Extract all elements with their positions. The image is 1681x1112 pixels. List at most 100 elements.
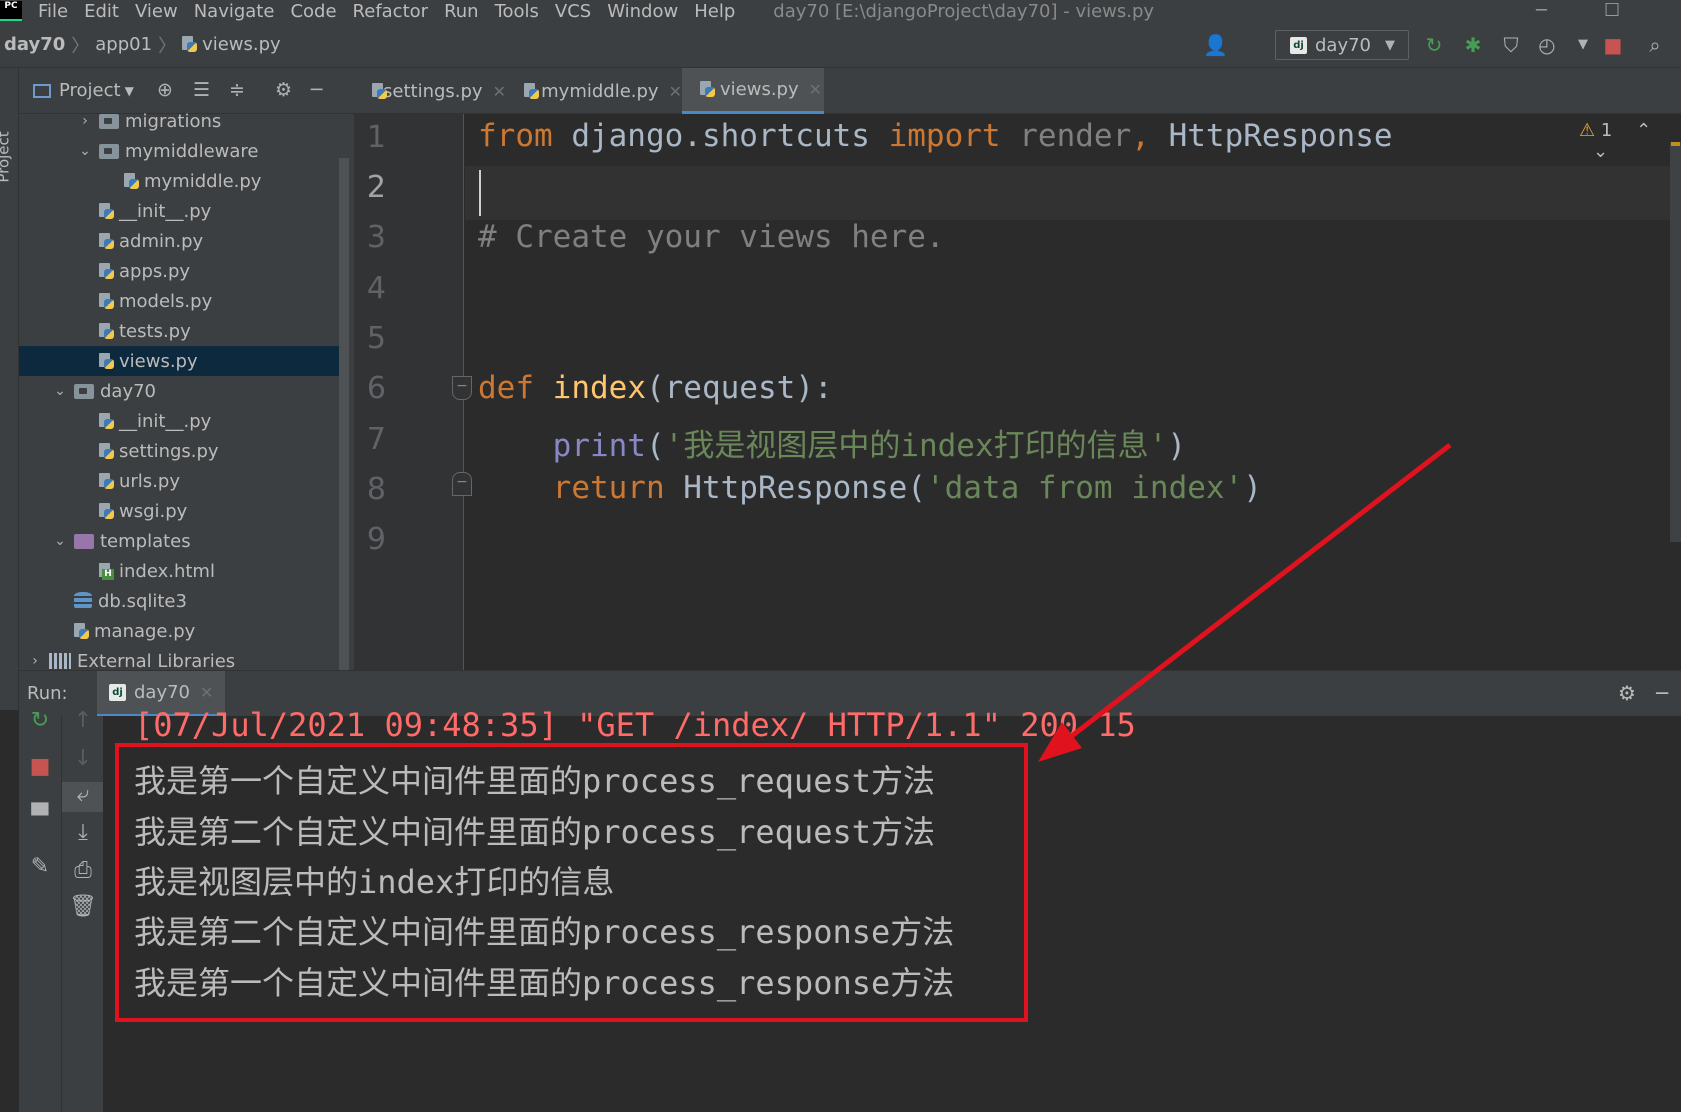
menu-tools[interactable]: Tools <box>495 1 539 22</box>
close-icon[interactable]: ✕ <box>200 683 213 702</box>
tree-node-label: settings.py <box>119 440 219 462</box>
menu-navigate[interactable]: Navigate <box>194 1 275 22</box>
console-line: [07/Jul/2021 09:48:35] "GET /index/ HTTP… <box>134 706 1136 744</box>
project-tool-window-button[interactable]: Project <box>0 131 13 182</box>
project-view-selector[interactable]: Project <box>59 80 121 101</box>
stop-icon[interactable]: ■ <box>1602 34 1624 56</box>
menu-vcs[interactable]: VCS <box>555 1 591 22</box>
tree-node[interactable]: ⌄ mymiddleware <box>19 136 344 166</box>
tree-node[interactable]: tests.py <box>19 316 344 346</box>
tree-node[interactable]: __init__.py <box>19 406 344 436</box>
python-file-icon <box>99 412 115 430</box>
menu-file[interactable]: File <box>38 1 68 22</box>
chevron-right-icon[interactable]: › <box>77 113 93 129</box>
gear-icon[interactable]: ⚙ <box>1618 681 1636 705</box>
profile-icon[interactable]: ◴ <box>1536 34 1558 56</box>
line-number: 7 <box>366 422 386 457</box>
breadcrumb-folder[interactable]: app01 <box>95 34 152 55</box>
minimize-icon[interactable]: ─ <box>1536 0 1547 21</box>
maximize-icon[interactable]: ☐ <box>1604 0 1620 21</box>
menu-refactor[interactable]: Refactor <box>353 1 429 22</box>
tree-node[interactable]: db.sqlite3 <box>19 586 344 616</box>
breadcrumb-project[interactable]: day70 <box>4 34 65 55</box>
code-line-8: return HttpResponse('data from index') <box>552 470 1262 506</box>
tree-node[interactable]: ⌄ day70 <box>19 376 344 406</box>
tree-node[interactable]: admin.py <box>19 226 344 256</box>
tree-node-label: migrations <box>125 110 222 132</box>
tree-node[interactable]: index.html <box>19 556 344 586</box>
fold-marker-icon[interactable]: − <box>452 472 472 496</box>
coverage-icon[interactable]: ⛉ <box>1500 34 1522 56</box>
menu-help[interactable]: Help <box>694 1 735 22</box>
tab-views-py[interactable]: views.py ✕ <box>682 68 824 114</box>
menu-view[interactable]: View <box>135 1 178 22</box>
tree-node[interactable]: settings.py <box>19 436 344 466</box>
tree-node[interactable]: views.py <box>19 346 344 376</box>
debug-icon[interactable]: ✱ <box>1462 34 1484 56</box>
tree-node[interactable]: ⌄ templates <box>19 526 344 556</box>
code-line-6: def index(request): <box>478 370 833 406</box>
user-icon[interactable]: 👤 <box>1203 34 1228 56</box>
tree-node[interactable]: __init__.py <box>19 196 344 226</box>
code-editor[interactable]: 1 2 3 4 5 6 7 8 9 − − from django.shortc… <box>354 114 1681 670</box>
console-output[interactable]: [07/Jul/2021 09:48:35] "GET /index/ HTTP… <box>103 706 1681 1112</box>
chevron-down-icon[interactable]: ⌄ <box>1593 141 1608 162</box>
scroll-to-end-icon[interactable]: ⤓ <box>62 820 104 845</box>
more-run-options-icon[interactable]: ▼ <box>1572 34 1594 56</box>
breadcrumb-file[interactable]: views.py <box>202 34 281 55</box>
scrollbar[interactable] <box>339 158 349 710</box>
tab-settings-py[interactable]: settings.py ✕ <box>354 68 506 114</box>
tree-node[interactable]: mymiddle.py <box>19 166 344 196</box>
folder-icon <box>99 113 119 129</box>
print-icon[interactable]: ⎙ <box>62 858 104 883</box>
rerun-icon[interactable]: ↻ <box>1423 34 1445 56</box>
collapse-all-icon[interactable]: ≑ <box>229 79 245 101</box>
annotation-highlight-box <box>115 743 1028 1022</box>
soft-wrap-icon[interactable]: ⤶ <box>62 782 104 812</box>
trash-icon[interactable]: 🗑 <box>62 894 104 919</box>
tree-node[interactable]: urls.py <box>19 466 344 496</box>
tree-node[interactable]: wsgi.py <box>19 496 344 526</box>
chevron-down-icon[interactable]: ⌄ <box>52 533 68 549</box>
inspection-widget[interactable]: ⚠ 1 ⌃ ⌄ <box>1579 120 1681 162</box>
pycharm-logo-icon: PC <box>0 1 22 21</box>
tree-node-label: views.py <box>119 350 198 372</box>
chevron-down-icon[interactable]: ⌄ <box>52 383 68 399</box>
tab-mymiddle-py[interactable]: mymiddle.py ✕ <box>506 68 682 114</box>
line-number: 5 <box>366 321 386 356</box>
menu-edit[interactable]: Edit <box>84 1 119 22</box>
tree-node[interactable]: manage.py <box>19 616 344 646</box>
arrow-up-icon[interactable]: ↑ <box>62 708 104 733</box>
fold-marker-icon[interactable]: − <box>452 376 472 400</box>
expand-all-icon[interactable]: ☰ <box>193 79 210 101</box>
chevron-down-icon[interactable]: ▼ <box>125 84 134 98</box>
hide-icon[interactable]: ─ <box>311 79 322 101</box>
close-icon[interactable]: ✕ <box>669 82 682 101</box>
folder-icon <box>99 143 119 159</box>
tree-node[interactable]: apps.py <box>19 256 344 286</box>
restore-layout-icon[interactable]: ▀ <box>19 804 61 829</box>
close-icon[interactable]: ✕ <box>809 80 822 99</box>
run-configuration-select[interactable]: dj day70 ▼ <box>1275 30 1409 60</box>
tree-node-label: apps.py <box>119 260 191 282</box>
chevron-up-icon[interactable]: ⌃ <box>1636 120 1651 141</box>
close-icon[interactable]: ✕ <box>493 82 506 101</box>
chevron-down-icon[interactable]: ⌄ <box>77 143 93 159</box>
pin-icon[interactable]: ✎ <box>19 854 61 879</box>
chevron-right-icon[interactable]: › <box>27 653 43 669</box>
menu-window[interactable]: Window <box>607 1 678 22</box>
hide-icon[interactable]: ─ <box>1656 681 1668 705</box>
menu-code[interactable]: Code <box>290 1 336 22</box>
database-icon <box>74 592 92 610</box>
search-icon[interactable]: ⌕ <box>1644 34 1666 56</box>
menu-run[interactable]: Run <box>444 1 479 22</box>
rerun-icon[interactable]: ↻ <box>19 708 61 733</box>
scrollbar[interactable] <box>1670 142 1681 542</box>
arrow-down-icon[interactable]: ↓ <box>62 746 104 771</box>
stop-icon[interactable]: ■ <box>19 754 61 779</box>
tree-node[interactable]: › migrations <box>19 106 344 136</box>
line-number: 6 <box>366 371 386 406</box>
gear-icon[interactable]: ⚙ <box>275 79 292 101</box>
locate-file-icon[interactable]: ⊕ <box>157 79 173 101</box>
tree-node[interactable]: models.py <box>19 286 344 316</box>
